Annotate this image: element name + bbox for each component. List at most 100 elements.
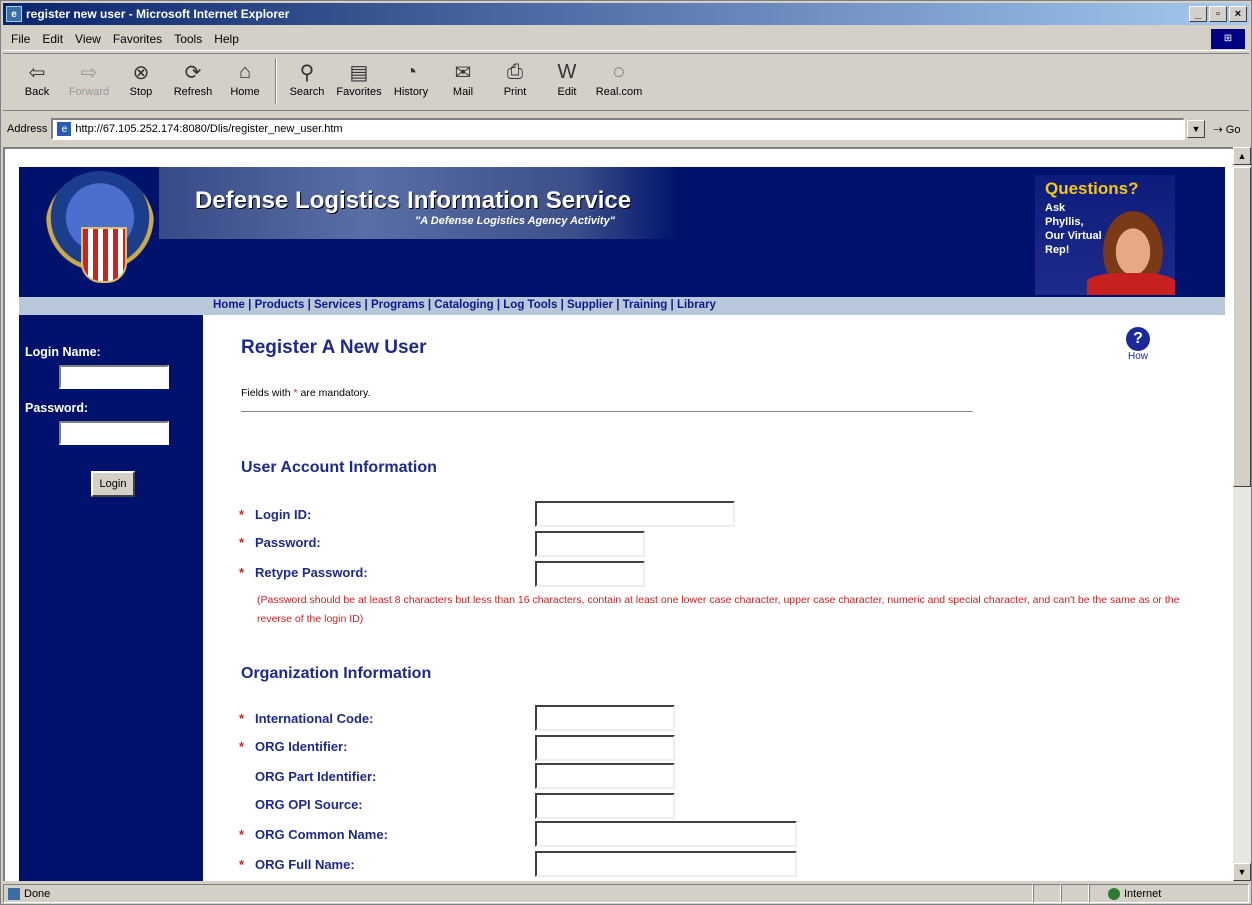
real-icon: ◌: [613, 60, 625, 83]
status-panel: [1061, 884, 1089, 903]
search-button[interactable]: ⚲ Search: [281, 54, 333, 108]
page-icon: e: [57, 122, 72, 136]
status-panel: [1033, 884, 1061, 903]
favorites-button[interactable]: ▤ Favorites: [333, 54, 385, 108]
nav-products[interactable]: Products: [255, 299, 305, 311]
site-title: Defense Logistics Information Service: [195, 187, 632, 214]
zone-label: Internet: [1124, 887, 1162, 900]
back-button[interactable]: ⇦ Back: [11, 54, 63, 108]
print-button[interactable]: ⎙ Print: [489, 54, 541, 108]
intl-code-label: * International Code:: [239, 711, 374, 726]
account-section-heading: User Account Information: [241, 459, 437, 476]
login-id-input[interactable]: [535, 501, 735, 527]
title-bar: e register new user - Microsoft Internet…: [3, 3, 1249, 25]
realcom-button[interactable]: ◌ Real.com: [593, 54, 645, 108]
sidebar-password-input[interactable]: [59, 421, 169, 445]
nav-training[interactable]: Training: [623, 299, 668, 311]
top-nav: Home | Products | Services | Programs | …: [19, 297, 1225, 315]
ask-phyllis-label: Ask Phyllis, Our Virtual Rep!: [1045, 202, 1102, 256]
edit-button[interactable]: W Edit: [541, 54, 593, 108]
scroll-down-icon[interactable]: ▼: [1233, 863, 1251, 881]
nav-services[interactable]: Services: [314, 299, 361, 311]
intl-code-input[interactable]: [535, 705, 675, 731]
org-opi-input[interactable]: [535, 793, 675, 819]
page-done-icon: [8, 887, 20, 900]
nav-programs[interactable]: Programs: [371, 299, 425, 311]
org-opi-label: ORG OPI Source:: [255, 797, 363, 812]
refresh-button[interactable]: ⟳ Refresh: [167, 54, 219, 108]
menu-view[interactable]: View: [75, 32, 101, 46]
sidebar-password-label: Password:: [25, 401, 89, 415]
print-icon: ⎙: [507, 60, 523, 83]
close-button[interactable]: ×: [1229, 6, 1247, 22]
help-icon: ?: [1126, 327, 1150, 351]
menu-bar: File Edit View Favorites Tools Help ⊞: [3, 27, 1249, 51]
org-full-name-label: * ORG Full Name:: [239, 857, 355, 872]
login-name-input[interactable]: [59, 365, 169, 389]
minimize-button[interactable]: _: [1189, 6, 1207, 22]
menu-file[interactable]: File: [11, 32, 30, 46]
windows-logo-icon: ⊞: [1211, 29, 1245, 49]
org-part-label: ORG Part Identifier:: [255, 769, 377, 784]
nav-library[interactable]: Library: [677, 299, 716, 311]
home-icon: ⌂: [238, 60, 252, 83]
forward-arrow-icon: ⇨: [80, 61, 98, 84]
go-button[interactable]: ⇢ Go: [1205, 123, 1249, 136]
nav-log-tools[interactable]: Log Tools: [503, 299, 557, 311]
shield-icon: [81, 227, 127, 283]
org-section-heading: Organization Information: [241, 665, 432, 682]
help-label: How: [1127, 351, 1148, 362]
browser-window: e register new user - Microsoft Internet…: [0, 0, 1252, 905]
maximize-button[interactable]: ▫: [1209, 6, 1227, 22]
search-icon: ⚲: [299, 61, 315, 84]
retype-password-input[interactable]: [535, 561, 645, 587]
nav-home[interactable]: Home: [213, 299, 245, 311]
org-identifier-label: * ORG Identifier:: [239, 739, 348, 754]
menu-edit[interactable]: Edit: [42, 32, 63, 46]
divider: [241, 411, 973, 412]
menu-help[interactable]: Help: [214, 32, 239, 46]
menu-tools[interactable]: Tools: [174, 32, 202, 46]
internet-globe-icon: [1108, 887, 1120, 900]
login-id-label: * Login ID:: [239, 507, 312, 522]
ie-icon: e: [6, 6, 22, 22]
nav-cataloging[interactable]: Cataloging: [434, 299, 493, 311]
toolbar: ⇦ Back ⇨ Forward ⊗ Stop ⟳ Refresh ⌂ Home ⚲ Sea…: [3, 53, 1249, 111]
login-button[interactable]: Login: [91, 471, 135, 497]
scroll-thumb[interactable]: [1233, 167, 1251, 487]
scroll-up-icon[interactable]: ▲: [1233, 147, 1251, 165]
address-input[interactable]: e http://67.105.252.174:8080/Dlis/regist…: [51, 118, 1185, 140]
mail-icon: ✉: [454, 61, 472, 84]
password-input[interactable]: [535, 531, 645, 557]
org-common-name-label: * ORG Common Name:: [239, 827, 388, 842]
password-rules: (Password should be at least 8 character…: [257, 594, 1180, 625]
vertical-scrollbar[interactable]: ▲ ▼: [1233, 147, 1251, 881]
address-dropdown-button[interactable]: ▼: [1187, 120, 1205, 138]
edit-icon: W: [557, 60, 577, 83]
go-arrow-icon: ⇢: [1213, 123, 1223, 136]
history-button[interactable]: ◔ History: [385, 54, 437, 108]
favorites-folder-icon: ▤: [349, 61, 369, 84]
virtual-rep-link[interactable]: Questions? Ask Phyllis, Our Virtual Rep!: [1035, 175, 1175, 295]
org-part-input[interactable]: [535, 763, 675, 789]
org-identifier-input[interactable]: [535, 735, 675, 761]
forward-button[interactable]: ⇨ Forward: [63, 54, 115, 108]
stop-button[interactable]: ⊗ Stop: [115, 54, 167, 108]
back-arrow-icon: ⇦: [28, 61, 46, 84]
history-icon: ◔: [404, 60, 418, 83]
menu-favorites[interactable]: Favorites: [113, 32, 162, 46]
questions-label: Questions?: [1045, 179, 1139, 198]
home-button[interactable]: ⌂ Home: [219, 54, 271, 108]
retype-password-label: * Retype Password:: [239, 565, 368, 580]
org-common-name-input[interactable]: [535, 821, 797, 847]
help-how-button[interactable]: ? How: [1125, 327, 1151, 362]
mandatory-note: Fields with * are mandatory.: [241, 387, 371, 399]
address-label: Address: [7, 123, 48, 135]
refresh-icon: ⟳: [184, 61, 202, 84]
window-title: register new user - Microsoft Internet E…: [26, 7, 290, 21]
org-full-name-input[interactable]: [535, 851, 797, 877]
nav-supplier[interactable]: Supplier: [567, 299, 613, 311]
page-title: Register A New User: [241, 337, 427, 358]
virtual-rep-body: [1087, 273, 1175, 295]
mail-button[interactable]: ✉ Mail: [437, 54, 489, 108]
